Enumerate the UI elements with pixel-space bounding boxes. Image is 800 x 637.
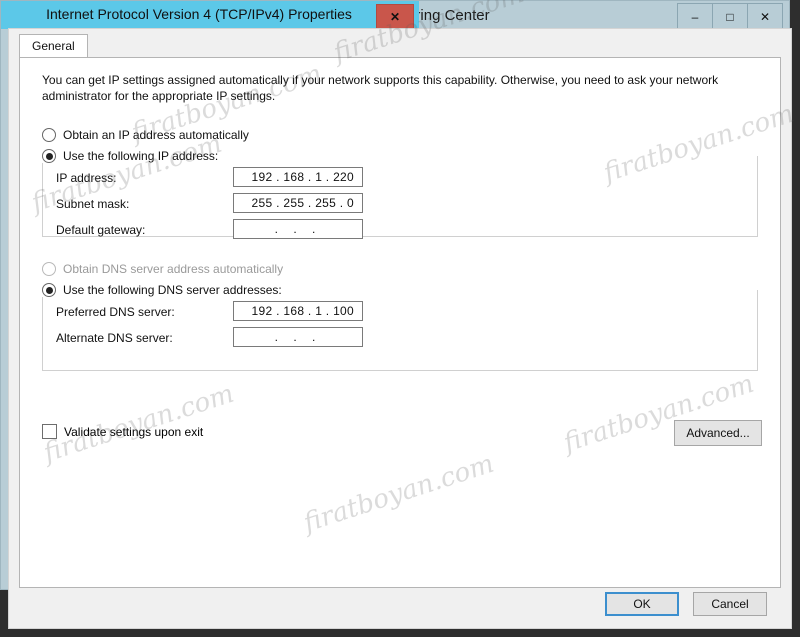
advanced-button[interactable]: Advanced... [674, 420, 762, 446]
radio-label: Obtain DNS server address automatically [63, 262, 284, 276]
default-gateway-label: Default gateway: [56, 223, 146, 237]
validate-settings-checkbox[interactable]: Validate settings upon exit [42, 424, 203, 439]
preferred-dns-row: Preferred DNS server: [56, 305, 175, 319]
dialog-footer: OK Cancel [9, 592, 791, 622]
radio-indicator [42, 128, 56, 142]
subnet-mask-label: Subnet mask: [56, 197, 130, 211]
default-gateway-input[interactable]: . . . [233, 219, 363, 239]
radio-indicator [42, 149, 56, 163]
ip-address-label: IP address: [56, 171, 117, 185]
close-button[interactable]: ✕ [748, 3, 783, 30]
checkbox-label: Validate settings upon exit [64, 424, 204, 439]
maximize-button[interactable]: □ [713, 3, 748, 30]
window-controls: – □ ✕ [677, 3, 783, 30]
dialog-body: General You can get IP settings assigned… [8, 28, 792, 629]
general-tab-panel: You can get IP settings assigned automat… [19, 57, 781, 588]
tabstrip: General [19, 34, 88, 58]
radio-obtain-ip-automatically[interactable]: Obtain an IP address automatically [42, 128, 249, 142]
ip-address-row: IP address: [56, 171, 116, 185]
dialog-title: Internet Protocol Version 4 (TCP/IPv4) P… [46, 6, 352, 22]
radio-use-following-dns[interactable]: Use the following DNS server addresses: [42, 283, 288, 297]
dialog-titlebar: Internet Protocol Version 4 (TCP/IPv4) P… [1, 1, 419, 29]
subnet-mask-row: Subnet mask: [56, 197, 129, 211]
checkbox-indicator [42, 424, 57, 439]
ok-button[interactable]: OK [605, 592, 679, 616]
radio-label: Obtain an IP address automatically [63, 128, 249, 142]
radio-indicator [42, 283, 56, 297]
minimize-button[interactable]: – [677, 3, 713, 30]
cancel-button[interactable]: Cancel [693, 592, 767, 616]
tab-general[interactable]: General [19, 34, 88, 58]
alternate-dns-label: Alternate DNS server: [56, 331, 173, 345]
preferred-dns-label: Preferred DNS server: [56, 305, 175, 319]
dialog-description: You can get IP settings assigned automat… [42, 73, 719, 103]
ip-address-input[interactable]: 192 . 168 . 1 . 220 [233, 167, 363, 187]
static-ip-group [42, 156, 758, 237]
radio-indicator [42, 262, 56, 276]
radio-use-following-ip[interactable]: Use the following IP address: [42, 149, 225, 163]
alternate-dns-row: Alternate DNS server: [56, 331, 173, 345]
radio-label: Use the following IP address: [63, 149, 219, 163]
tcpipv4-properties-dialog[interactable]: Internet Protocol Version 4 (TCP/IPv4) P… [0, 0, 792, 629]
alternate-dns-input[interactable]: . . . [233, 327, 363, 347]
close-button[interactable]: ✕ [376, 4, 414, 29]
subnet-mask-input[interactable]: 255 . 255 . 255 . 0 [233, 193, 363, 213]
preferred-dns-input[interactable]: 192 . 168 . 1 . 100 [233, 301, 363, 321]
radio-label: Use the following DNS server addresses: [63, 283, 282, 297]
radio-obtain-dns-automatically[interactable]: Obtain DNS server address automatically [42, 262, 283, 276]
default-gateway-row: Default gateway: [56, 223, 145, 237]
